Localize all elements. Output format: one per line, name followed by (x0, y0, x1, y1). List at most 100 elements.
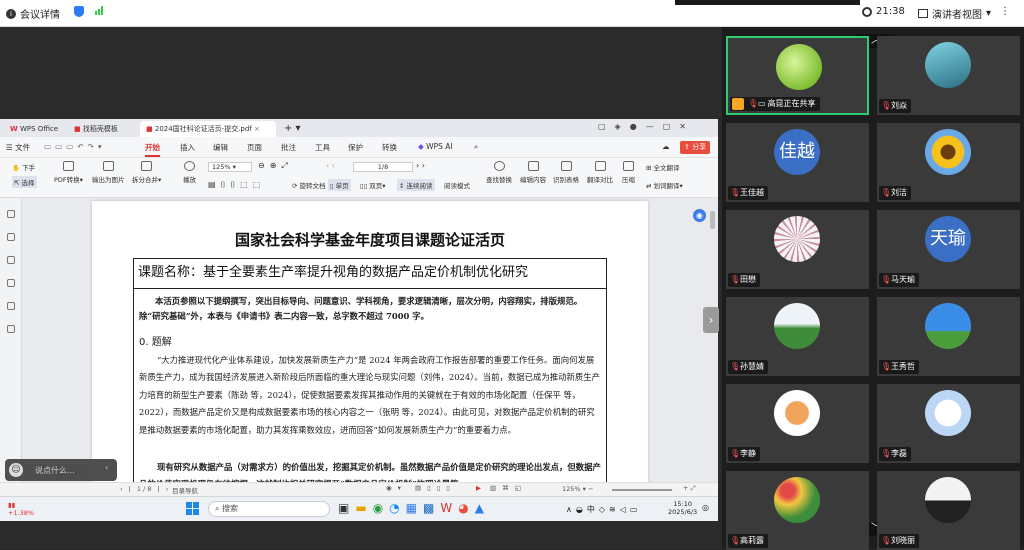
menu-wps-ai[interactable]: ◆ WPS AI (418, 142, 453, 151)
participant-tile[interactable]: 🎙 ▭ 高昆正在共享 (726, 36, 869, 115)
participant-tile[interactable]: 🎙 田懋 (726, 210, 869, 289)
menu-file[interactable]: ☰ 文件 (6, 142, 30, 153)
tab-wps-office[interactable]: W WPS Office (4, 121, 64, 137)
hand-tool[interactable]: ✋ 下手 (12, 162, 35, 172)
tab-templates[interactable]: ■ 找稻壳模板 (68, 121, 124, 137)
find-icon (493, 161, 505, 171)
thumbnail-icon[interactable] (7, 233, 15, 241)
menu-convert[interactable]: 转换 (382, 142, 397, 153)
taskbar-app-icons[interactable]: ▣▬◉◔▦▩W◕▲ (338, 501, 490, 515)
layers-icon[interactable] (7, 325, 15, 333)
section-heading: 0. 题解 (139, 337, 172, 348)
participant-tile[interactable]: 🎙 李静 (726, 384, 869, 463)
participant-nametag: 🎙 孙慧婧 (728, 360, 768, 374)
read-mode-button[interactable]: 阅读模式 (444, 180, 470, 190)
participant-name: 王秀哲 (891, 362, 915, 371)
wps-status-bar: ‹ | 1/8 | › 目录导航 ◉▾ ▤▯▯▯ ▶ ▥⌘◱ 125% ▾ − … (0, 482, 718, 496)
participant-tile[interactable]: 🎙 高莉露 (726, 471, 869, 550)
participant-tile[interactable]: 🎙 李磊 (877, 384, 1020, 463)
chat-input[interactable]: ☺ 说点什么... ‹ (5, 459, 117, 481)
tab-pdf-document[interactable]: ■ 2024国社科论证活页-提交.pdf × (140, 121, 276, 137)
play-button[interactable]: 播放 (183, 161, 196, 184)
participant-tile[interactable]: 🎙 孙慧婧 (726, 297, 869, 376)
menu-home[interactable]: 开始 (145, 142, 160, 157)
play-icon[interactable]: ▶ (476, 484, 481, 492)
participant-name: 刘洁 (891, 188, 907, 197)
chevron-left-icon[interactable]: ‹ (105, 463, 108, 472)
participant-tile[interactable]: 🎙 刘焱 (877, 36, 1020, 115)
bookmark-icon[interactable] (7, 210, 15, 218)
quick-access-toolbar[interactable]: ▭▭▭↶↷▾ (44, 142, 106, 151)
taskbar-search[interactable]: ⌕ 搜索 (208, 501, 330, 517)
stock-widget[interactable]: ▮▮ +1.38% (8, 501, 34, 517)
continuous-read-button[interactable]: ↕ 连续阅读 (397, 179, 435, 191)
edit-content-button[interactable]: 编辑内容 (520, 161, 546, 184)
security-shield-icon[interactable] (74, 6, 84, 17)
attachment-icon[interactable] (7, 279, 15, 287)
zoom-buttons[interactable]: ⊖⊕⤢ (258, 161, 293, 171)
participant-tile[interactable]: 天瑜 🎙 马天瑜 (877, 210, 1020, 289)
select-tool[interactable]: ⇱ 选择 (12, 176, 37, 188)
participant-tile[interactable]: 🎙 刘晓丽 (877, 471, 1020, 550)
next-page-button[interactable]: › › (416, 161, 425, 170)
notification-icon[interactable]: ◎ (702, 503, 709, 512)
tool-buttons[interactable]: ▥⌘◱ (490, 484, 527, 492)
mic-muted-icon: 🎙 (881, 275, 892, 284)
image-icon (102, 161, 114, 171)
single-page-button[interactable]: ▯ 单页 (328, 179, 351, 191)
prev-page-button[interactable]: ‹ ‹ (326, 161, 335, 170)
menu-comment[interactable]: 批注 (281, 142, 296, 153)
view-mode-button[interactable]: 演讲者视图 ▾ (918, 6, 991, 21)
menu-insert[interactable]: 插入 (180, 142, 195, 153)
panel-collapse-handle[interactable]: › (703, 307, 719, 333)
menu-protect[interactable]: 保护 (348, 142, 363, 153)
windows-start-icon[interactable] (186, 502, 199, 515)
page-number-input[interactable]: 1/8 (353, 162, 413, 172)
zoom-slider[interactable] (612, 489, 672, 491)
recognize-table-button[interactable]: 识别表格 (553, 161, 579, 184)
window-controls[interactable]: ▢◈●—▢✕ (598, 122, 695, 131)
emoji-icon[interactable]: ☺ (9, 463, 23, 477)
zoom-in-button[interactable]: + ⤢ (683, 484, 696, 493)
zoom-select[interactable]: 125% ▾ (208, 162, 252, 172)
table-icon (560, 161, 572, 171)
view-buttons[interactable]: ◉▾ ▤▯▯▯ (386, 484, 456, 492)
meeting-info-button[interactable]: i 会议详情 (6, 6, 60, 21)
layout-buttons[interactable]: ▤⌷⌷⬚⬚ (208, 180, 265, 190)
share-button[interactable]: ⇪ 分享 (680, 141, 711, 154)
smart-translate-button[interactable]: ⇄ 划词翻译▾ (646, 180, 683, 190)
more-icon[interactable]: ⋮ (1000, 6, 1010, 17)
comment-icon[interactable] (7, 256, 15, 264)
menu-edit[interactable]: 编辑 (213, 142, 228, 153)
search-icon[interactable]: ⌕ (474, 142, 478, 152)
screen-share-indicator (675, 0, 860, 5)
system-tray[interactable]: ∧◒中◇≋◁▭ (566, 504, 641, 515)
find-replace-button[interactable]: 查找替换 (486, 161, 512, 184)
menu-page[interactable]: 页面 (247, 142, 262, 153)
translate-compare-button[interactable]: 翻译对比 (587, 161, 613, 184)
signature-icon[interactable] (7, 302, 15, 310)
outline-nav-button[interactable]: 目录导航 (172, 485, 198, 495)
meeting-top-bar: i 会议详情 21:38 演讲者视图 ▾ ⋮ (0, 0, 1024, 27)
status-zoom[interactable]: 125% ▾ − (562, 485, 593, 493)
network-signal-icon[interactable] (95, 6, 103, 15)
participant-name: 田懋 (740, 275, 756, 284)
menu-tools[interactable]: 工具 (315, 142, 330, 153)
cloud-icon[interactable]: ☁ (662, 142, 670, 151)
participant-tile[interactable]: 🎙 刘洁 (877, 123, 1020, 202)
double-page-button[interactable]: ▯▯ 双页▾ (360, 180, 386, 190)
new-tab-button[interactable]: + ▾ (278, 121, 307, 137)
page-nav-arrows[interactable]: ‹ | 1/8 | › (120, 485, 170, 493)
split-merge-button[interactable]: 拆分合并▾ (132, 161, 161, 184)
close-tab-icon[interactable]: × (254, 125, 260, 133)
export-image-button[interactable]: 输出为图片 (92, 161, 125, 184)
scrollbar[interactable] (710, 211, 715, 229)
avatar (925, 477, 971, 523)
participant-tile[interactable]: 佳越 🎙 王佳越 (726, 123, 869, 202)
ai-assistant-icon[interactable]: ◉ (693, 209, 706, 222)
rotate-button[interactable]: ⟳ 旋转文档 (292, 180, 326, 190)
participant-tile[interactable]: 🎙 王秀哲 (877, 297, 1020, 376)
full-translate-button[interactable]: ⊞ 全文翻译 (646, 162, 680, 172)
pdf-convert-button[interactable]: PDF转换▾ (54, 161, 83, 184)
compress-button[interactable]: 压缩 (622, 161, 635, 184)
